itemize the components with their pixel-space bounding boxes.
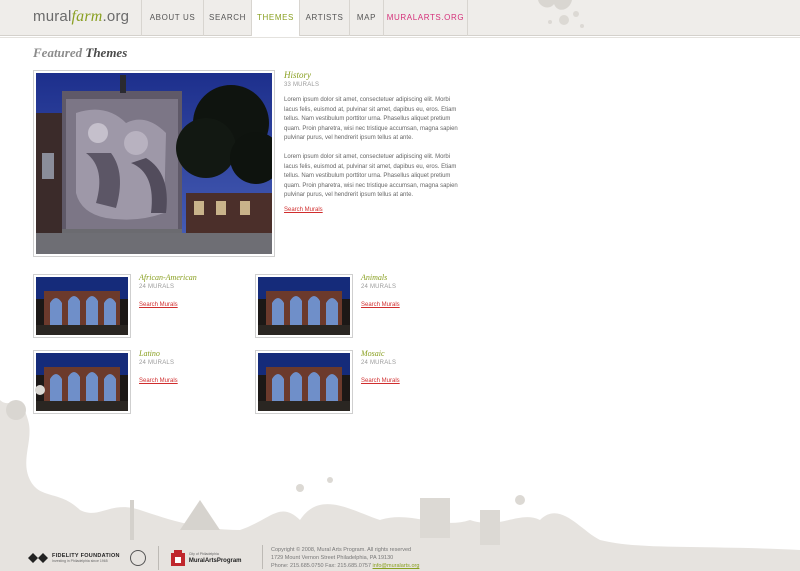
city-of-philadelphia-label: City of Philadelphia <box>188 552 219 556</box>
nav-muralarts-org[interactable]: MURALARTS.ORG <box>383 0 468 36</box>
featured-search-murals-link[interactable]: Search Murals <box>284 207 323 213</box>
fidelity-foundation-logo-icon <box>28 553 48 563</box>
footer-paint-splatter-decoration <box>0 385 800 571</box>
header-divider <box>0 37 800 38</box>
mural-thumbnail-image <box>36 277 128 335</box>
footer-divider <box>262 545 263 569</box>
mural-thumbnail-image <box>258 277 350 335</box>
city-seal-icon <box>129 550 146 566</box>
site-logo[interactable]: muralfarm.org <box>33 8 129 26</box>
logo-word-farm: farm <box>71 8 103 25</box>
theme-thumbnail-animals[interactable] <box>255 274 353 338</box>
theme-count-latino: 24 MURALS <box>139 360 175 366</box>
footer-sponsor-logos: FIDELITY FOUNDATION Investing in Philadel… <box>28 545 242 571</box>
mural-arts-program-logo-icon <box>170 550 185 566</box>
theme-count-animals: 24 MURALS <box>361 284 397 290</box>
featured-theme-title[interactable]: History <box>284 70 311 80</box>
main-nav: ABOUT US SEARCH THEMES ARTISTS MAP MURAL… <box>141 0 468 36</box>
theme-count-african-american: 24 MURALS <box>139 284 175 290</box>
nav-artists[interactable]: ARTISTS <box>299 0 349 36</box>
theme-thumbnail-african-american[interactable] <box>33 274 131 338</box>
footer-phone-fax: Phone: 215.685.0750 Fax: 215.685.0757 in… <box>271 562 419 570</box>
footer-address: 1729 Mount Vernon Street Philadelphia, P… <box>271 555 394 561</box>
nav-search[interactable]: SEARCH <box>203 0 251 36</box>
footer-copyright: Copyright © 2008, Mural Arts Program. Al… <box>271 547 412 553</box>
featured-description-1: Lorem ipsum dolor sit amet, consectetuer… <box>284 97 458 141</box>
theme-count-mosaic: 24 MURALS <box>361 360 397 366</box>
mural-arts-program-label: MuralArtsProgram <box>188 558 242 564</box>
paint-splatter-decoration <box>538 0 584 28</box>
fidelity-foundation-tagline: Investing in Philadelphia since 1965 <box>52 559 108 563</box>
featured-mural-count: 33 MURALS <box>284 82 320 88</box>
theme-title-animals[interactable]: Animals <box>361 273 387 282</box>
footer-divider <box>157 546 159 570</box>
footer-email-link[interactable]: info@muralarts.org <box>373 563 420 569</box>
mural-image <box>36 73 272 254</box>
theme-title-african-american[interactable]: African-American <box>139 273 197 282</box>
fidelity-foundation-name[interactable]: FIDELITY FOUNDATION Investing in Philadel… <box>52 553 120 563</box>
theme-title-mosaic[interactable]: Mosaic <box>361 349 385 358</box>
theme-search-link-animals[interactable]: Search Murals <box>361 302 400 308</box>
logo-word-org: .org <box>102 8 130 25</box>
logo-word-mural: mural <box>33 8 72 25</box>
page-title: Featured Themes <box>33 45 127 61</box>
page-title-strong: Themes <box>85 45 128 60</box>
nav-map[interactable]: MAP <box>349 0 383 36</box>
nav-about-us[interactable]: ABOUT US <box>141 0 203 36</box>
theme-title-latino[interactable]: Latino <box>139 349 160 358</box>
nav-themes[interactable]: THEMES <box>251 0 299 36</box>
featured-description-2: Lorem ipsum dolor sit amet, consectetuer… <box>284 154 458 198</box>
page-title-light: Featured <box>33 45 83 60</box>
theme-search-link-african-american[interactable]: Search Murals <box>139 302 178 308</box>
mural-arts-program-name[interactable]: City of Philadelphia MuralArtsProgram <box>189 551 242 565</box>
footer-contact-info: Copyright © 2008, Mural Arts Program. Al… <box>271 546 419 570</box>
footer-phone-fax-text: Phone: 215.685.0750 Fax: 215.685.0757 <box>271 563 372 569</box>
featured-mural-photo[interactable] <box>33 70 275 257</box>
